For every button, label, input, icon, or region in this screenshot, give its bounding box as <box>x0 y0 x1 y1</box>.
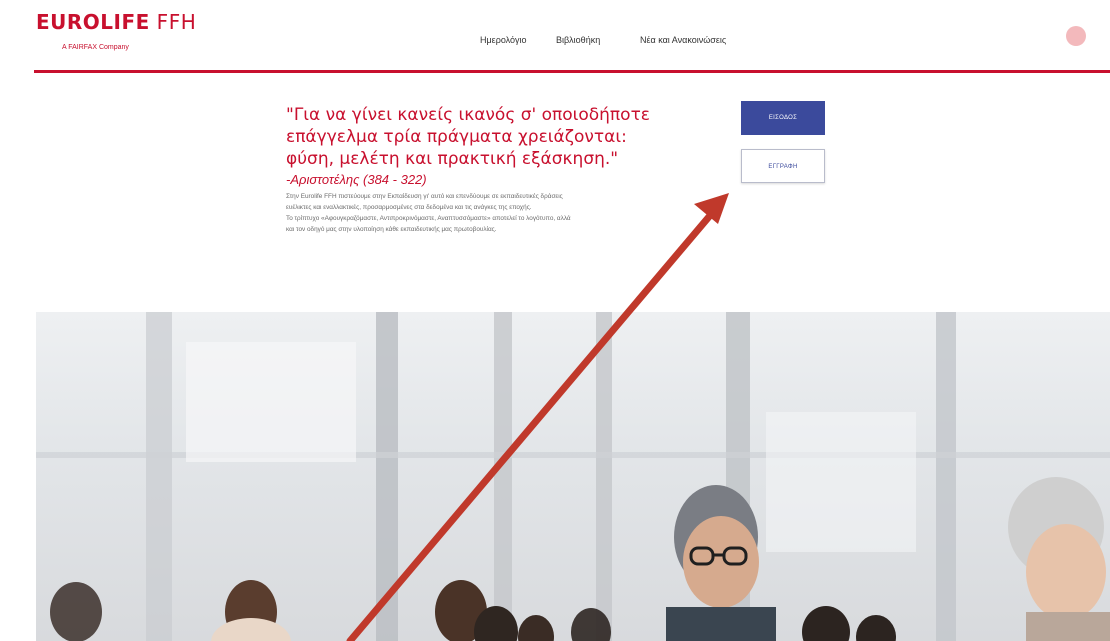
brand-name: EUROLIFE FFH <box>36 10 196 34</box>
hero-photo-illustration <box>36 312 1110 641</box>
user-avatar-icon[interactable] <box>1066 26 1086 46</box>
quote-text: "Για να γίνει κανείς ικανός σ' οποιοδήπο… <box>286 105 650 169</box>
brand-logo[interactable]: EUROLIFE FFH A FAIRFAX Company <box>36 10 196 51</box>
hero-image <box>36 312 1110 641</box>
intro-description: Στην Eurolife FFH πιστεύουμε στην Εκπαίδ… <box>286 191 656 235</box>
site-header: EUROLIFE FFH A FAIRFAX Company Ημερολόγι… <box>0 0 1110 73</box>
intro-section: "Για να γίνει κανείς ικανός σ' οποιοδήπο… <box>286 104 666 235</box>
description-line: και τον οδηγό μας στην υλοποίηση κάθε εκ… <box>286 226 497 233</box>
nav-item-news[interactable]: Νέα και Ανακοινώσεις <box>640 35 726 45</box>
brand-name-part2: FFH <box>149 10 197 34</box>
description-line: Στην Eurolife FFH πιστεύουμε στην Εκπαίδ… <box>286 193 563 200</box>
header-divider <box>34 70 1110 73</box>
page: EUROLIFE FFH A FAIRFAX Company Ημερολόγι… <box>0 0 1110 641</box>
nav-item-calendar[interactable]: Ημερολόγιο <box>480 35 527 45</box>
nav-item-library[interactable]: Βιβλιοθήκη <box>556 35 600 45</box>
description-line: ευέλικτες και εναλλακτικές, προσαρμοσμέν… <box>286 204 532 211</box>
description-line: Το τρίπτυχο «Αφουγκραζόμαστε, Αντιπροκρι… <box>286 215 571 222</box>
brand-name-part1: EUROLIFE <box>36 10 150 34</box>
brand-subtitle: A FAIRFAX Company <box>62 44 129 51</box>
register-button[interactable]: ΕΓΓΡΑΦΗ <box>741 149 825 183</box>
login-button[interactable]: ΕΙΣΟΔΟΣ <box>741 101 825 135</box>
quote-author: -Αριστοτέλης (384 - 322) <box>286 172 427 187</box>
